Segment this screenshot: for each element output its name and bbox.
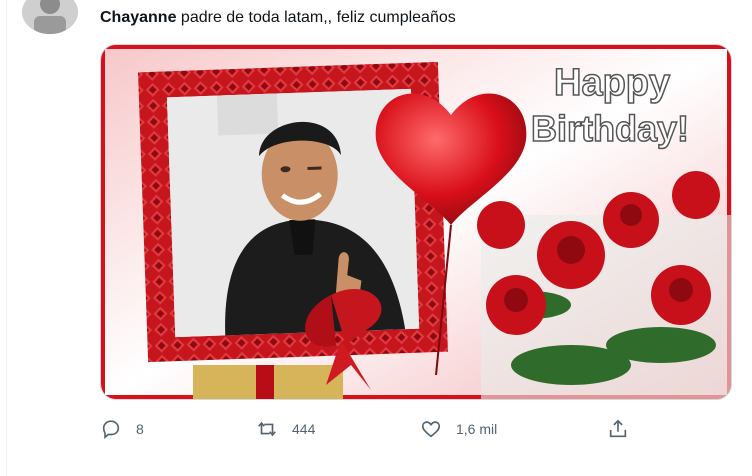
share-icon <box>609 419 627 438</box>
like-button[interactable]: 1,6 mil <box>420 414 497 444</box>
share-button[interactable] <box>607 414 629 444</box>
reply-button[interactable]: 8 <box>100 414 144 444</box>
tweet-actions: 8 444 1,6 mil <box>100 414 640 444</box>
retweet-button[interactable]: 444 <box>256 414 315 444</box>
like-count: 1,6 mil <box>456 421 498 437</box>
retweet-count: 444 <box>292 421 316 437</box>
retweet-icon <box>258 421 276 437</box>
avatar[interactable] <box>22 0 78 34</box>
tweet-text: Chayanne padre de toda latam,, feliz cum… <box>100 8 456 28</box>
heart-icon <box>421 421 441 438</box>
birthday-card-image: Happy Birthday! <box>101 45 731 399</box>
tweet-media[interactable]: Happy Birthday! <box>100 44 732 400</box>
headline-birthday: Birthday! <box>531 108 689 149</box>
timeline-divider <box>6 0 7 476</box>
headline-happy: Happy <box>554 62 670 104</box>
tweet-body: padre de toda latam,, feliz cumpleaños <box>176 9 456 26</box>
reply-count: 8 <box>136 421 144 437</box>
reply-icon <box>102 420 120 440</box>
avatar-image <box>22 0 78 34</box>
author-name[interactable]: Chayanne <box>100 9 176 26</box>
